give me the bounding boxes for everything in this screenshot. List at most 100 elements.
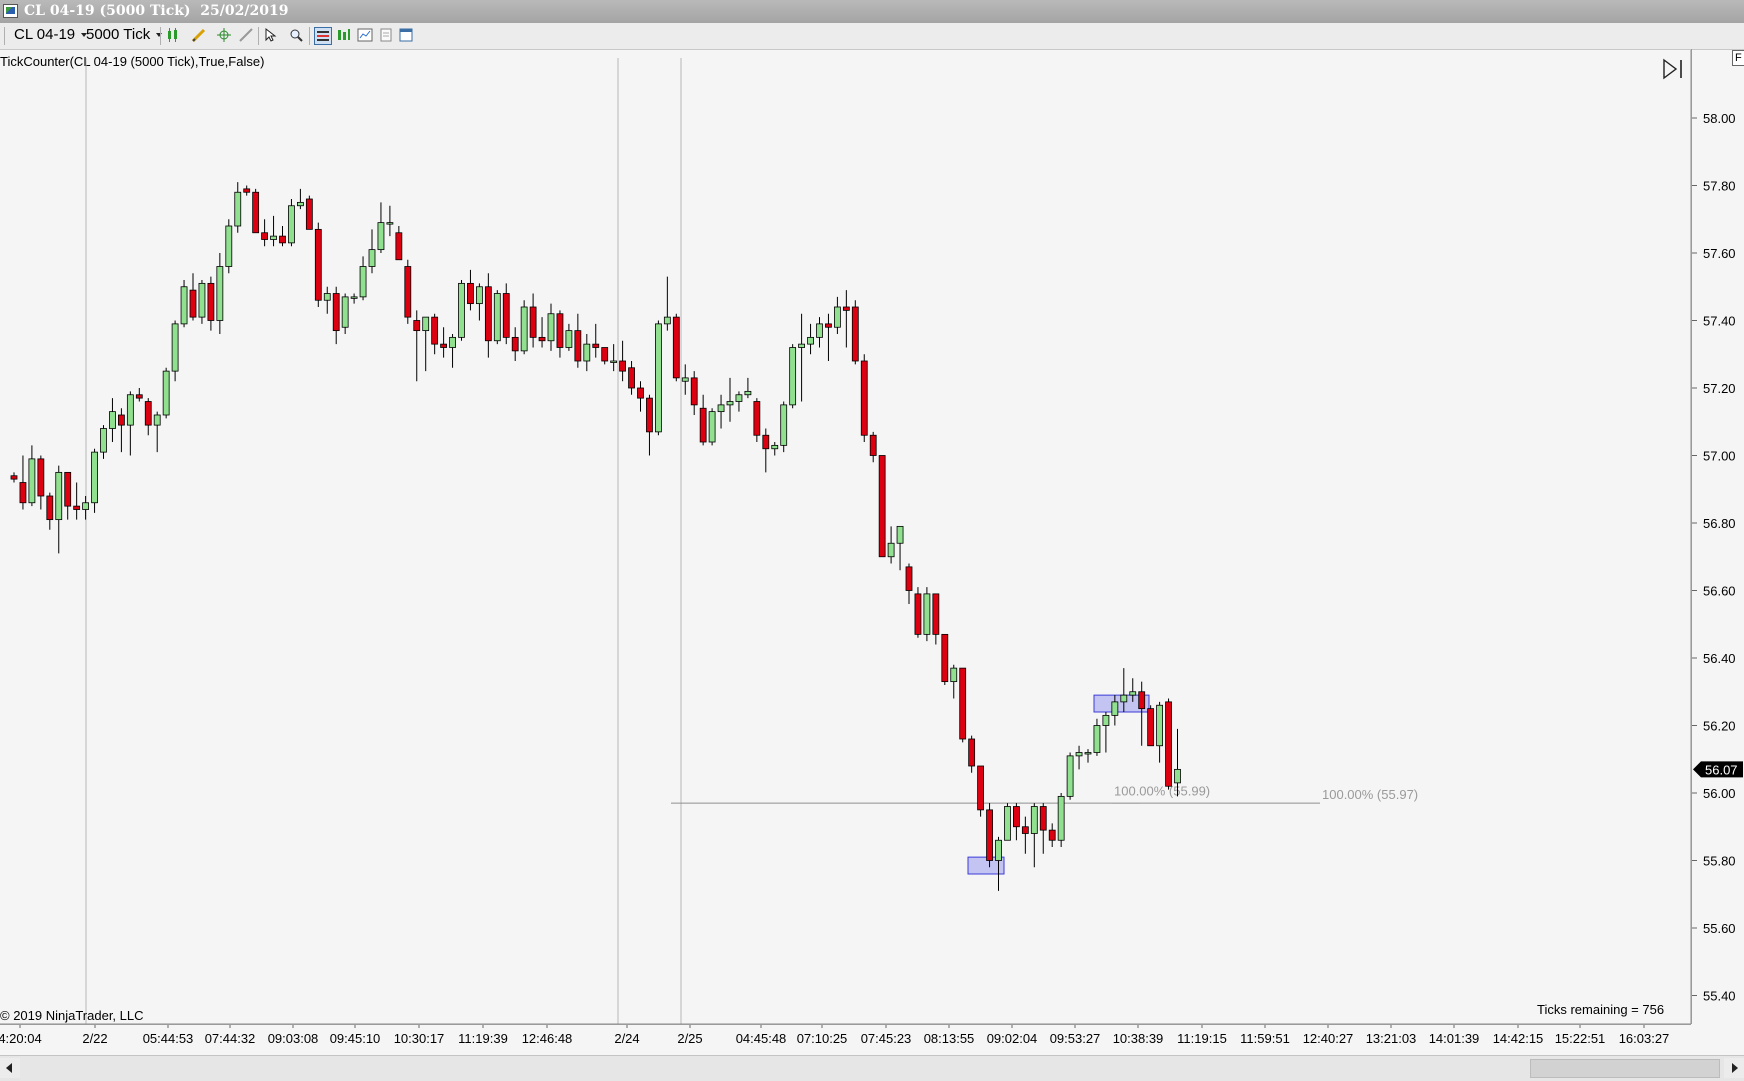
time-tick-label: 2/25	[677, 1031, 702, 1046]
candle-down	[529, 306, 537, 338]
time-tick-label: 09:02:04	[987, 1031, 1038, 1046]
candle-down	[628, 367, 635, 389]
candle-up	[180, 286, 188, 325]
candle-down	[842, 306, 850, 311]
candle-down	[10, 475, 18, 480]
candle-down	[73, 505, 81, 510]
candle-down	[404, 266, 412, 318]
candle-up	[386, 222, 394, 225]
candle-up	[1156, 704, 1163, 747]
candle-up	[1129, 691, 1137, 696]
candle-down	[440, 343, 448, 348]
candle-down	[314, 228, 322, 301]
candle-up	[663, 316, 671, 325]
candle-up	[171, 323, 179, 372]
time-tick-label: 14:42:15	[1493, 1031, 1544, 1046]
candle-down	[467, 282, 474, 305]
candle-up	[583, 343, 591, 362]
candle-down	[1048, 829, 1056, 841]
candle-down	[538, 336, 546, 342]
panel-tab[interactable]: F	[1732, 50, 1744, 66]
candle-down	[1165, 701, 1172, 787]
candle-up	[1093, 725, 1101, 753]
candle-down	[46, 495, 54, 521]
candle-down	[37, 458, 45, 497]
candle-down	[601, 347, 609, 362]
candle-up	[162, 370, 170, 416]
candle-down	[118, 414, 125, 426]
time-tick-label: 12:46:48	[522, 1031, 573, 1046]
horizontal-scrollbar[interactable]	[0, 1055, 1744, 1081]
candle-down	[1147, 708, 1155, 747]
candle-down	[19, 482, 27, 504]
time-tick-label: 13:21:03	[1366, 1031, 1417, 1046]
candle-down	[279, 235, 286, 244]
time-tick-label: 11:59:51	[1240, 1031, 1290, 1046]
candle-down	[189, 289, 197, 318]
candle-up	[610, 360, 618, 363]
price-tick-label: 57.40	[1703, 314, 1736, 329]
candle-up	[288, 205, 295, 244]
price-tick-label: 55.60	[1703, 921, 1736, 936]
candle-down	[144, 401, 152, 426]
candle-down	[968, 738, 976, 767]
scroll-end-icon[interactable]	[1662, 58, 1686, 80]
last-price-label: 56.07	[1705, 762, 1738, 777]
candle-up	[726, 401, 734, 406]
candle-down	[932, 593, 940, 635]
price-tick-label: 56.40	[1703, 651, 1736, 666]
price-tick-label: 56.00	[1703, 786, 1736, 801]
candle-down	[959, 667, 967, 740]
candle-up	[1120, 694, 1128, 703]
copyright-text: © 2019 NinjaTrader, LLC	[0, 1008, 144, 1023]
candle-up	[198, 282, 206, 318]
candle-up	[771, 444, 779, 450]
candle-up	[449, 336, 456, 348]
price-chart[interactable]: 58.00 57.80 57.60 57.40 57.20 57.00 56.80 56.60…	[0, 0, 1744, 1080]
time-tick-label: 10:30:17	[394, 1031, 445, 1046]
candle-up	[789, 347, 797, 406]
candle-up	[55, 471, 63, 521]
candle-down	[484, 286, 492, 342]
candle-up	[1174, 768, 1181, 784]
candle-down	[690, 377, 698, 406]
time-tick-label: 2/24	[614, 1031, 639, 1046]
scroll-left-icon[interactable]	[0, 1058, 20, 1078]
candle-down	[699, 407, 707, 443]
price-tick-label: 57.60	[1703, 246, 1736, 261]
price-tick-label: 57.80	[1703, 179, 1736, 194]
time-tick-label: 4:20:04	[0, 1031, 42, 1046]
candle-down	[637, 387, 644, 399]
time-tick-label: 14:01:39	[1429, 1031, 1480, 1046]
candle-down	[869, 434, 877, 456]
scrollbar-thumb[interactable]	[1530, 1059, 1720, 1078]
time-tick-label: 09:03:08	[268, 1031, 319, 1046]
price-tick-label: 56.20	[1703, 719, 1736, 734]
candle-up	[234, 191, 242, 227]
candle-down	[851, 306, 859, 362]
candle-up	[923, 593, 931, 635]
candle-down	[413, 320, 421, 332]
time-tick-label: 15:22:51	[1555, 1031, 1606, 1046]
candle-down	[511, 336, 519, 352]
price-tick-label: 55.40	[1703, 989, 1736, 1004]
candle-down	[207, 282, 215, 321]
candle-up	[744, 390, 752, 396]
time-tick-label: 09:53:27	[1050, 1031, 1101, 1046]
candle-down	[574, 330, 582, 362]
candle-down	[502, 293, 510, 338]
candle-down	[825, 323, 832, 328]
candle-down	[1013, 806, 1020, 828]
time-tick-label: 11:19:15	[1177, 1031, 1227, 1046]
candle-up	[28, 458, 36, 504]
candle-up	[995, 839, 1002, 861]
candle-up	[887, 542, 895, 558]
candle-up	[1111, 701, 1119, 716]
candle-up	[109, 411, 116, 429]
time-tick-label: 04:45:48	[736, 1031, 787, 1046]
candle-down	[905, 566, 913, 591]
candle-down	[1138, 691, 1146, 710]
candle-up	[1075, 752, 1083, 757]
scroll-right-icon[interactable]	[1724, 1058, 1744, 1078]
candle-up	[717, 404, 725, 413]
